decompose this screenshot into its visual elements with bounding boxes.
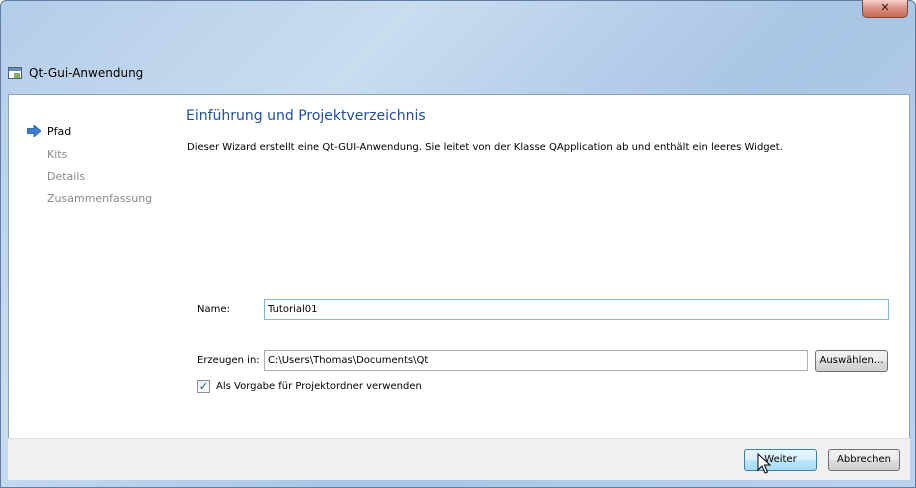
cancel-button[interactable]: Abbrechen (828, 449, 900, 471)
arrow-right-icon (27, 125, 41, 137)
window-title: Qt-Gui-Anwendung (29, 66, 144, 80)
create-in-path-input[interactable]: C:\Users\Thomas\Documents\Qt (264, 350, 808, 371)
window-close-button[interactable]: ✕ (862, 0, 908, 18)
browse-button[interactable]: Auswählen... (815, 350, 888, 372)
sidebar-item-zusammenfassung: Zusammenfassung (47, 192, 153, 205)
mouse-pointer-icon (757, 453, 771, 474)
next-button[interactable]: Weiter (744, 449, 817, 471)
create-in-label: Erzeugen in: (197, 355, 260, 366)
name-label: Name: (197, 304, 230, 315)
sidebar-item-kits: Kits (47, 148, 68, 161)
page-description: Dieser Wizard erstellt eine Qt-GUI-Anwen… (187, 142, 783, 153)
name-input[interactable]: Tutorial01 (264, 299, 889, 320)
sidebar-item-details: Details (47, 170, 86, 183)
default-folder-checkbox-label[interactable]: Als Vorgabe für Projektordner verwenden (216, 381, 422, 392)
sidebar-item-pfad: Pfad (47, 125, 72, 138)
app-window-icon (8, 67, 22, 79)
default-folder-checkbox[interactable]: ✓ (197, 380, 210, 393)
page-title: Einführung und Projektverzeichnis (186, 108, 426, 124)
